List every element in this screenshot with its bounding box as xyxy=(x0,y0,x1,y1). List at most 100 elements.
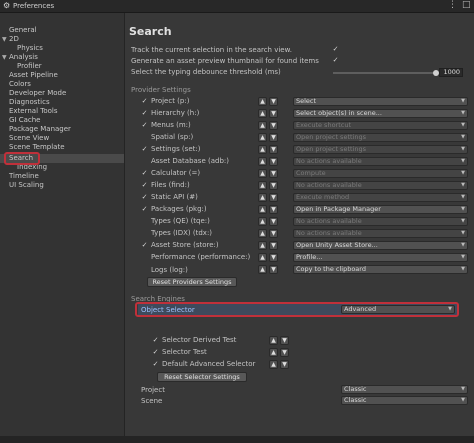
provider-action-dropdown[interactable]: No actions available ▼ xyxy=(293,157,468,166)
move-down-button[interactable]: ▼ xyxy=(280,336,289,345)
move-down-button[interactable]: ▼ xyxy=(269,265,278,274)
scene-engine-dropdown[interactable]: Classic ▼ xyxy=(341,396,468,405)
provider-checkbox[interactable]: ✓ xyxy=(141,110,148,117)
provider-checkbox[interactable]: ✓ xyxy=(141,146,148,153)
provider-action-dropdown[interactable]: No actions available ▼ xyxy=(293,217,468,226)
move-up-button[interactable]: ▲ xyxy=(258,121,267,130)
sidebar-item-asset-pipeline[interactable]: Asset Pipeline xyxy=(0,71,124,80)
move-up-button[interactable]: ▲ xyxy=(258,97,267,106)
provider-checkbox[interactable]: ✓ xyxy=(141,98,148,105)
move-down-button[interactable]: ▼ xyxy=(269,133,278,142)
expand-icon[interactable]: ▼ xyxy=(2,53,7,62)
move-up-button[interactable]: ▲ xyxy=(258,133,267,142)
move-up-button[interactable]: ▲ xyxy=(258,205,267,214)
chevron-down-icon: ▼ xyxy=(461,266,465,272)
sidebar-item-general[interactable]: General xyxy=(0,26,124,35)
provider-action-dropdown[interactable]: Execute method ▼ xyxy=(293,193,468,202)
move-up-button[interactable]: ▲ xyxy=(269,360,278,369)
sidebar-item-external-tools[interactable]: External Tools xyxy=(0,107,124,116)
window-maximize-icon[interactable]: □ xyxy=(462,0,471,11)
move-down-button[interactable]: ▼ xyxy=(269,241,278,250)
provider-action-dropdown[interactable]: No actions available ▼ xyxy=(293,229,468,238)
sidebar-item-package-manager[interactable]: Package Manager xyxy=(0,125,124,134)
move-up-button[interactable]: ▲ xyxy=(258,157,267,166)
move-down-button[interactable]: ▼ xyxy=(269,157,278,166)
move-up-button[interactable]: ▲ xyxy=(269,348,278,357)
provider-action-dropdown[interactable]: Open in Package Manager ▼ xyxy=(293,205,468,214)
sidebar-item-scene-view[interactable]: Scene View xyxy=(0,134,124,143)
debounce-value-field[interactable]: 1000 xyxy=(439,68,463,77)
selector-checkbox[interactable]: ✓ xyxy=(152,361,159,368)
sidebar-item-2d[interactable]: ▼ 2D xyxy=(0,35,124,44)
move-down-button[interactable]: ▼ xyxy=(269,229,278,238)
move-down-button[interactable]: ▼ xyxy=(269,253,278,262)
move-up-button[interactable]: ▲ xyxy=(269,336,278,345)
move-up-button[interactable]: ▲ xyxy=(258,145,267,154)
provider-action-dropdown[interactable]: Open Unity Asset Store... ▼ xyxy=(293,241,468,250)
expand-icon[interactable]: ▼ xyxy=(2,35,7,44)
selector-checkbox[interactable]: ✓ xyxy=(152,337,159,344)
debounce-slider-track[interactable] xyxy=(333,72,437,74)
sidebar-item-gi-cache[interactable]: GI Cache xyxy=(0,116,124,125)
sidebar-item-analysis[interactable]: ▼ Analysis xyxy=(0,53,124,62)
provider-checkbox[interactable]: ✓ xyxy=(141,194,148,201)
reset-providers-button[interactable]: Reset Providers Settings xyxy=(147,277,237,287)
sidebar-item-profiler[interactable]: Profiler xyxy=(0,62,124,71)
move-up-button[interactable]: ▲ xyxy=(258,169,267,178)
provider-checkbox[interactable]: ✓ xyxy=(141,170,148,177)
provider-label: Project (p:) xyxy=(151,97,190,105)
chevron-down-icon: ▼ xyxy=(461,122,465,128)
provider-checkbox[interactable]: ✓ xyxy=(141,242,148,249)
move-down-button[interactable]: ▼ xyxy=(269,193,278,202)
move-up-button[interactable]: ▲ xyxy=(258,229,267,238)
track-selection-checkbox[interactable]: ✓ xyxy=(332,46,339,53)
provider-action-dropdown[interactable]: Open project settings ▼ xyxy=(293,133,468,142)
move-up-button[interactable]: ▲ xyxy=(258,217,267,226)
sidebar-item-timeline[interactable]: Timeline xyxy=(0,172,124,181)
provider-action-dropdown[interactable]: Open project settings ▼ xyxy=(293,145,468,154)
chevron-down-icon: ▼ xyxy=(461,386,465,392)
move-up-button[interactable]: ▲ xyxy=(258,109,267,118)
provider-checkbox[interactable]: ✓ xyxy=(141,122,148,129)
provider-checkbox[interactable]: ✓ xyxy=(141,206,148,213)
sidebar-item-ui-scaling[interactable]: UI Scaling xyxy=(0,181,124,190)
provider-action-dropdown[interactable]: Select ▼ xyxy=(293,97,468,106)
provider-action-dropdown[interactable]: Profile... ▼ xyxy=(293,253,468,262)
move-up-button[interactable]: ▲ xyxy=(258,253,267,262)
window-menu-icon[interactable]: ⋮ xyxy=(448,0,457,11)
provider-checkbox[interactable]: ✓ xyxy=(141,182,148,189)
provider-action-dropdown[interactable]: Compute ▼ xyxy=(293,169,468,178)
provider-action-dropdown[interactable]: Copy to the clipboard ▼ xyxy=(293,265,468,274)
provider-label: Asset Store (store:) xyxy=(151,241,219,249)
move-down-button[interactable]: ▼ xyxy=(269,121,278,130)
move-down-button[interactable]: ▼ xyxy=(280,348,289,357)
reset-selector-button[interactable]: Reset Selector Settings xyxy=(157,372,247,382)
asset-preview-label: Generate an asset preview thumbnail for … xyxy=(131,57,319,65)
chevron-down-icon: ▼ xyxy=(461,182,465,188)
move-up-button[interactable]: ▲ xyxy=(258,181,267,190)
move-down-button[interactable]: ▼ xyxy=(280,360,289,369)
move-down-button[interactable]: ▼ xyxy=(269,205,278,214)
project-engine-dropdown[interactable]: Classic ▼ xyxy=(341,385,468,394)
selector-checkbox[interactable]: ✓ xyxy=(152,349,159,356)
move-down-button[interactable]: ▼ xyxy=(269,181,278,190)
provider-action-dropdown[interactable]: No actions available ▼ xyxy=(293,181,468,190)
move-down-button[interactable]: ▼ xyxy=(269,217,278,226)
move-down-button[interactable]: ▼ xyxy=(269,169,278,178)
chevron-down-icon: ▼ xyxy=(461,206,465,212)
sidebar-item-diagnostics[interactable]: Diagnostics xyxy=(0,98,124,107)
provider-label: Types (QE) (tqe:) xyxy=(151,217,210,225)
sidebar-item-physics[interactable]: Physics xyxy=(0,44,124,53)
move-up-button[interactable]: ▲ xyxy=(258,265,267,274)
provider-action-dropdown[interactable]: Execute shortcut ▼ xyxy=(293,121,468,130)
move-down-button[interactable]: ▼ xyxy=(269,145,278,154)
sidebar-item-scene-template[interactable]: Scene Template xyxy=(0,143,124,152)
move-down-button[interactable]: ▼ xyxy=(269,97,278,106)
move-down-button[interactable]: ▼ xyxy=(269,109,278,118)
move-up-button[interactable]: ▲ xyxy=(258,241,267,250)
sidebar-item-developer-mode[interactable]: Developer Mode xyxy=(0,89,124,98)
sidebar-item-colors[interactable]: Colors xyxy=(0,80,124,89)
move-up-button[interactable]: ▲ xyxy=(258,193,267,202)
provider-action-dropdown[interactable]: Select object(s) in scene... ▼ xyxy=(293,109,468,118)
asset-preview-checkbox[interactable]: ✓ xyxy=(332,57,339,64)
